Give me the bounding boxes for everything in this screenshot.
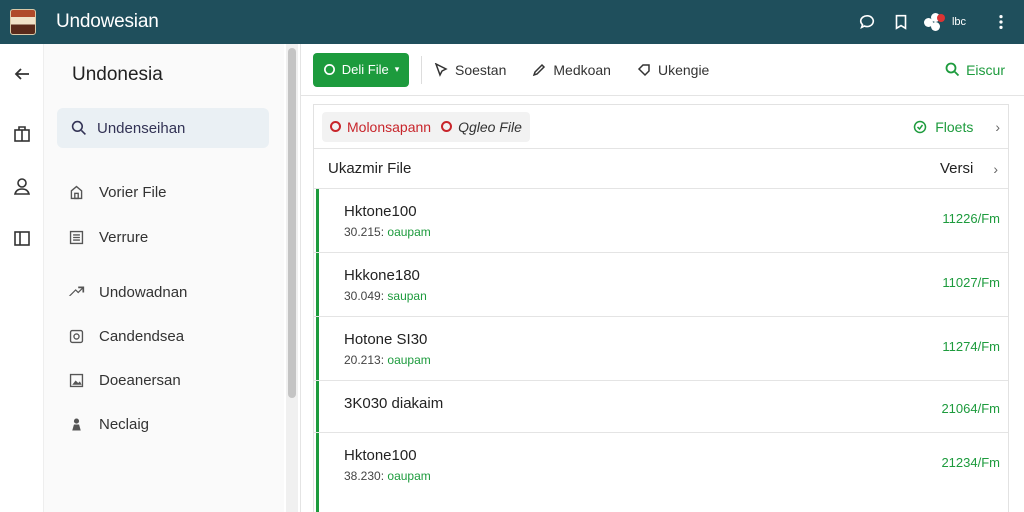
table-header-right[interactable]: Versi [940, 160, 973, 177]
new-file-label: Deli File [341, 62, 389, 77]
row-value: 21234/Fm [941, 455, 1000, 470]
row-sub: 30.215: oaupam [344, 225, 431, 239]
file-panel: Molonsapann Qgleo File Floets › Ukazmir … [313, 104, 1009, 512]
breadcrumb-pill[interactable]: Molonsapann Qgleo File [322, 111, 530, 142]
toolbar-divider [421, 55, 422, 84]
bookmark-icon[interactable] [884, 5, 918, 39]
list-icon [69, 230, 84, 245]
breadcrumb-second[interactable]: Qgleo File [458, 119, 522, 135]
table-body: Hktone100 30.215: oaupam 11226/Fm Hkkone… [314, 189, 1008, 512]
toolbar: Deli File ▾ Soestan Medkoan Ukengie Eisc… [301, 44, 1024, 96]
breadcrumb: Molonsapann Qgleo File Floets › [314, 105, 1008, 149]
edit-label: Medkoan [553, 61, 611, 78]
sidebar-title: Undonesia [72, 64, 163, 85]
sidebar-item-file[interactable]: Vorier File [68, 184, 167, 201]
table-row[interactable]: Hktone100 38.230: oaupam 21234/Fm [314, 433, 1008, 497]
row-name: Hktone100 [344, 203, 417, 220]
sidebar-item-list[interactable]: Verrure [68, 229, 148, 246]
file-icon [70, 185, 83, 200]
sidebar-scrollbar[interactable] [286, 44, 298, 512]
pencil-icon [533, 63, 546, 76]
sidebar-item-arrow[interactable]: Undowadnan [68, 284, 187, 301]
check-circle-icon [913, 120, 927, 133]
image-icon [69, 373, 84, 388]
edit-button[interactable]: Medkoan [532, 62, 611, 78]
sidebar-item-label: Verrure [99, 229, 149, 246]
app-avatar[interactable] [10, 9, 36, 35]
sidebar-search-label: Undenseihan [97, 119, 186, 137]
main-panel: Deli File ▾ Soestan Medkoan Ukengie Eisc… [300, 44, 1024, 512]
arrow-icon [68, 286, 85, 296]
select-label: Soestan [455, 61, 507, 78]
row-value: 11274/Fm [942, 339, 1000, 354]
row-name: Hotone SI30 [344, 331, 428, 348]
sidebar-item-label: Neclaig [99, 416, 150, 433]
table-header-left[interactable]: Ukazmir File [328, 160, 411, 177]
row-value: 11027/Fm [942, 275, 1000, 290]
sidebar-item-label: Vorier File [99, 184, 167, 201]
columns-icon[interactable] [0, 214, 44, 262]
chevron-down-icon: ▾ [394, 64, 400, 74]
row-name: Hkkone180 [344, 267, 420, 284]
more-vertical-icon[interactable] [984, 5, 1018, 39]
sidebar-item-person[interactable]: Neclaig [68, 416, 149, 433]
briefcase-icon[interactable] [0, 110, 44, 158]
user-icon [923, 13, 946, 31]
user-outline-icon[interactable] [0, 162, 44, 210]
app-title: Undowesian [56, 11, 159, 32]
sidebar-item-image[interactable]: Doeanersan [68, 372, 181, 389]
chat-icon[interactable] [850, 5, 884, 39]
cursor-icon [434, 62, 448, 77]
table-row[interactable]: Hktone100 30.215: oaupam 11226/Fm [314, 189, 1008, 253]
toolbar-search-label: Eiscur [966, 61, 1005, 78]
toolbar-search-button[interactable]: Eiscur [945, 62, 1005, 78]
breadcrumb-status[interactable]: Floets › [913, 119, 1000, 135]
sidebar: Undonesia Undenseihan Vorier File Verrur… [44, 44, 284, 512]
sidebar-item-label: Candendsea [99, 328, 185, 345]
chevron-right-icon[interactable]: › [995, 119, 1000, 135]
row-value: 11226/Fm [942, 211, 1000, 226]
user-menu[interactable]: lbc [923, 13, 966, 31]
row-name: Hktone100 [344, 447, 417, 464]
scrollbar-thumb[interactable] [288, 48, 296, 398]
table-header: Ukazmir File Versi › [314, 149, 1008, 189]
search-icon [71, 120, 86, 135]
alert-icon [330, 121, 341, 132]
breadcrumb-first[interactable]: Molonsapann [347, 119, 431, 135]
back-arrow-icon[interactable] [0, 50, 44, 98]
chevron-right-icon[interactable]: › [993, 161, 998, 177]
row-sub: 20.213: oaupam [344, 353, 431, 367]
sidebar-search[interactable]: Undenseihan [57, 108, 269, 148]
search-icon [945, 62, 960, 77]
row-sub: 38.230: oaupam [344, 469, 431, 483]
top-bar: Undowesian lbc [0, 0, 1024, 44]
user-label: lbc [951, 16, 966, 28]
table-row[interactable]: 3K030 diakaim 21064/Fm [314, 381, 1008, 433]
sidebar-item-label: Doeanersan [99, 372, 181, 389]
row-name: 3K030 diakaim [344, 395, 444, 412]
sidebar-item-settings[interactable]: Candendsea [68, 328, 184, 345]
icon-rail [0, 44, 44, 512]
select-button[interactable]: Soestan [434, 62, 506, 78]
gear-icon [69, 329, 84, 344]
table-row[interactable]: Hotone SI30 20.213: oaupam 11274/Fm [314, 317, 1008, 381]
row-sub: 30.049: saupan [344, 289, 427, 303]
tag-button[interactable]: Ukengie [637, 62, 709, 78]
circle-icon [323, 64, 335, 75]
table-row[interactable]: Hkkone180 30.049: saupan 11027/Fm [314, 253, 1008, 317]
new-file-button[interactable]: Deli File ▾ [313, 52, 409, 87]
person-icon [72, 418, 81, 431]
row-value: 21064/Fm [941, 401, 1000, 416]
tag-icon [637, 63, 650, 76]
circle-icon [441, 121, 453, 132]
breadcrumb-right-label: Floets [935, 118, 974, 135]
tag-label: Ukengie [657, 61, 710, 78]
sidebar-item-label: Undowadnan [99, 284, 188, 301]
